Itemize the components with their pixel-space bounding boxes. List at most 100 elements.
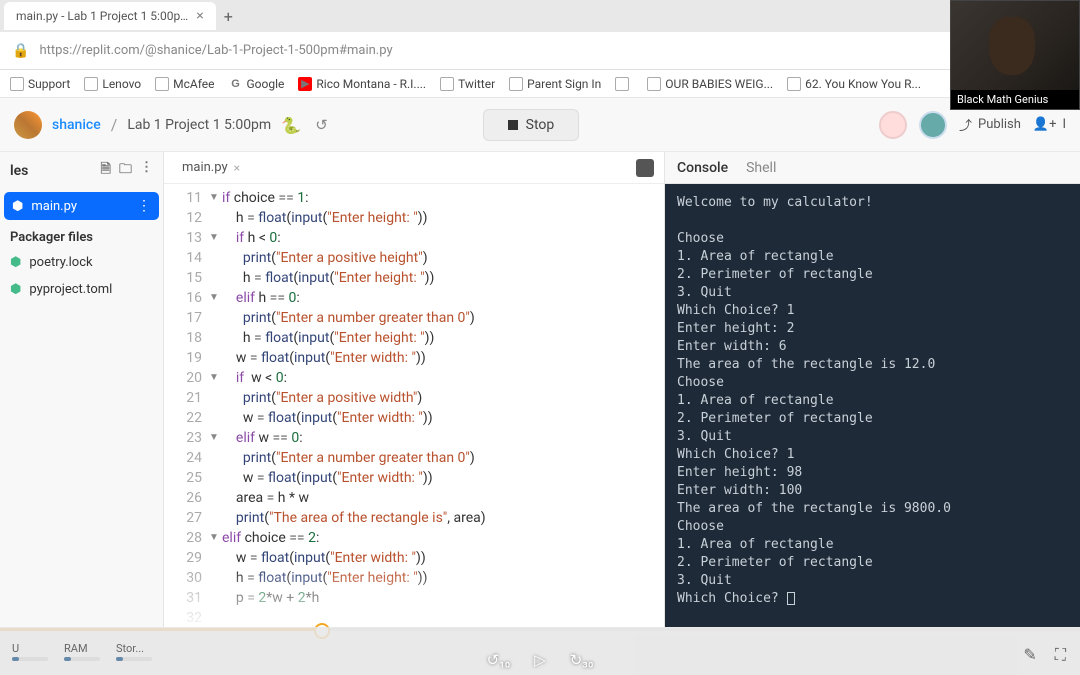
fold-icon[interactable]: ▼ [206, 528, 222, 548]
new-tab-button[interactable]: + [224, 7, 233, 26]
fold-icon[interactable] [206, 608, 222, 627]
publish-button[interactable]: ⤴ Publish [959, 115, 1021, 134]
fold-icon[interactable] [206, 468, 222, 488]
fold-icon[interactable] [206, 408, 222, 428]
fold-icon[interactable]: ▼ [206, 368, 222, 388]
console-output[interactable]: Welcome to my calculator! Choose 1. Area… [665, 184, 1080, 627]
fold-icon[interactable] [206, 248, 222, 268]
line-number: 22 [164, 408, 206, 428]
tab-shell[interactable]: Shell [746, 160, 776, 176]
bookmark-item[interactable]: ▶Rico Montana - R.I.... [294, 75, 430, 93]
fold-icon[interactable] [206, 308, 222, 328]
code-line[interactable]: 18 h = float(input("Enter height: ")) [164, 328, 664, 348]
fold-icon[interactable] [206, 268, 222, 288]
breadcrumb-user[interactable]: shanice [52, 117, 101, 133]
code-line[interactable]: 22 w = float(input("Enter width: ")) [164, 408, 664, 428]
code-line[interactable]: 28▼elif choice == 2: [164, 528, 664, 548]
fold-icon[interactable] [206, 548, 222, 568]
fold-icon[interactable] [206, 388, 222, 408]
rewind-icon[interactable]: ↺₁₀ [487, 651, 511, 669]
url-text[interactable]: https://replit.com/@shanice/Lab-1-Projec… [39, 43, 993, 58]
browser-tab[interactable]: main.py - Lab 1 Project 1 5:00p… × [4, 2, 216, 30]
code-line[interactable]: 13▼ if h < 0: [164, 228, 664, 248]
file-item[interactable]: ⬢pyproject.toml [0, 276, 163, 303]
file-name: pyproject.toml [29, 282, 112, 297]
file-item[interactable]: ⬢poetry.lock [0, 249, 163, 276]
code-line[interactable]: 21 print("Enter a positive width") [164, 388, 664, 408]
code-line[interactable]: 16▼ elif h == 0: [164, 288, 664, 308]
code-text: area = h * w [222, 488, 309, 508]
avatar[interactable] [14, 111, 42, 139]
video-pip[interactable]: Black Math Genius [950, 0, 1080, 110]
fold-icon[interactable] [206, 348, 222, 368]
fold-icon[interactable] [206, 448, 222, 468]
code-line[interactable]: 26 area = h * w [164, 488, 664, 508]
editor-tab-main[interactable]: main.py × [174, 160, 248, 175]
tab-console[interactable]: Console [677, 160, 728, 176]
more-icon[interactable]: ⋮ [140, 160, 153, 182]
code-line[interactable]: 31 p = 2*w + 2*h [164, 588, 664, 608]
bookmark-item[interactable]: McAfee [151, 75, 218, 93]
bookmark-item[interactable] [611, 75, 637, 93]
line-number: 19 [164, 348, 206, 368]
play-icon[interactable]: ▷ [534, 651, 546, 669]
file-menu-icon[interactable]: ⋮ [137, 198, 151, 214]
code-line[interactable]: 14 print("Enter a positive height") [164, 248, 664, 268]
collaborator-avatar-1[interactable] [879, 111, 907, 139]
fold-icon[interactable] [206, 568, 222, 588]
bookmark-label: Support [28, 77, 70, 91]
file-item-main[interactable]: ⬢ main.py ⋮ [4, 192, 159, 220]
forward-icon[interactable]: ↻₃₀ [570, 651, 594, 669]
pip-label: Black Math Genius [951, 90, 1079, 109]
bookmark-label: OUR BABIES WEIG... [665, 77, 773, 91]
close-icon[interactable]: × [196, 8, 203, 24]
bookmark-item[interactable]: 62. You Know You R... [783, 75, 925, 93]
bookmark-item[interactable]: Support [6, 75, 74, 93]
breadcrumb-project[interactable]: Lab 1 Project 1 5:00pm [127, 117, 271, 133]
fold-icon[interactable]: ▼ [206, 188, 222, 208]
fold-icon[interactable] [206, 508, 222, 528]
collaborator-avatar-2[interactable] [919, 111, 947, 139]
layout-icon[interactable] [636, 159, 654, 177]
fold-icon[interactable]: ▼ [206, 288, 222, 308]
code-line[interactable]: 24 print("Enter a number greater than 0"… [164, 448, 664, 468]
code-text: elif choice == 2: [222, 528, 319, 548]
edit-icon[interactable]: ✎ [1023, 645, 1036, 665]
new-folder-icon[interactable]: 🗀 [119, 160, 132, 182]
bookmark-item[interactable]: Lenovo [80, 75, 145, 93]
bookmark-item[interactable]: Parent Sign In [505, 75, 605, 93]
fold-icon[interactable]: ▼ [206, 428, 222, 448]
bookmark-item[interactable]: GGoogle [224, 75, 288, 93]
bookmark-item[interactable]: Twitter [436, 75, 499, 93]
line-number: 29 [164, 548, 206, 568]
code-line[interactable]: 25 w = float(input("Enter width: ")) [164, 468, 664, 488]
metric-label: Stor... [116, 642, 152, 655]
fullscreen-icon[interactable]: ⛶ [1055, 645, 1066, 665]
invite-button[interactable]: 👤+ I [1033, 117, 1066, 132]
history-icon[interactable]: ↺ [315, 116, 328, 134]
code-line[interactable]: 32 [164, 608, 664, 627]
tab-title: main.py - Lab 1 Project 1 5:00p… [16, 9, 188, 23]
fold-icon[interactable]: ▼ [206, 228, 222, 248]
stop-button[interactable]: Stop [483, 109, 580, 141]
bookmark-item[interactable]: OUR BABIES WEIG... [643, 75, 777, 93]
code-line[interactable]: 17 print("Enter a number greater than 0"… [164, 308, 664, 328]
new-file-icon[interactable]: 🗎 [101, 160, 111, 182]
code-line[interactable]: 23▼ elif w == 0: [164, 428, 664, 448]
code-line[interactable]: 30 h = float(input("Enter height: ")) [164, 568, 664, 588]
code-line[interactable]: 15 h = float(input("Enter height: ")) [164, 268, 664, 288]
code-line[interactable]: 20▼ if w < 0: [164, 368, 664, 388]
fold-icon[interactable] [206, 208, 222, 228]
fold-icon[interactable] [206, 488, 222, 508]
close-icon[interactable]: × [234, 161, 240, 175]
code-line[interactable]: 19 w = float(input("Enter width: ")) [164, 348, 664, 368]
fold-icon[interactable] [206, 588, 222, 608]
code-line[interactable]: 29 w = float(input("Enter width: ")) [164, 548, 664, 568]
metric: U [12, 642, 48, 661]
bookmark-label: Parent Sign In [527, 77, 601, 91]
code-line[interactable]: 27 print("The area of the rectangle is",… [164, 508, 664, 528]
code-area[interactable]: 11▼if choice == 1:12 h = float(input("En… [164, 184, 664, 627]
code-line[interactable]: 11▼if choice == 1: [164, 188, 664, 208]
fold-icon[interactable] [206, 328, 222, 348]
code-line[interactable]: 12 h = float(input("Enter height: ")) [164, 208, 664, 228]
